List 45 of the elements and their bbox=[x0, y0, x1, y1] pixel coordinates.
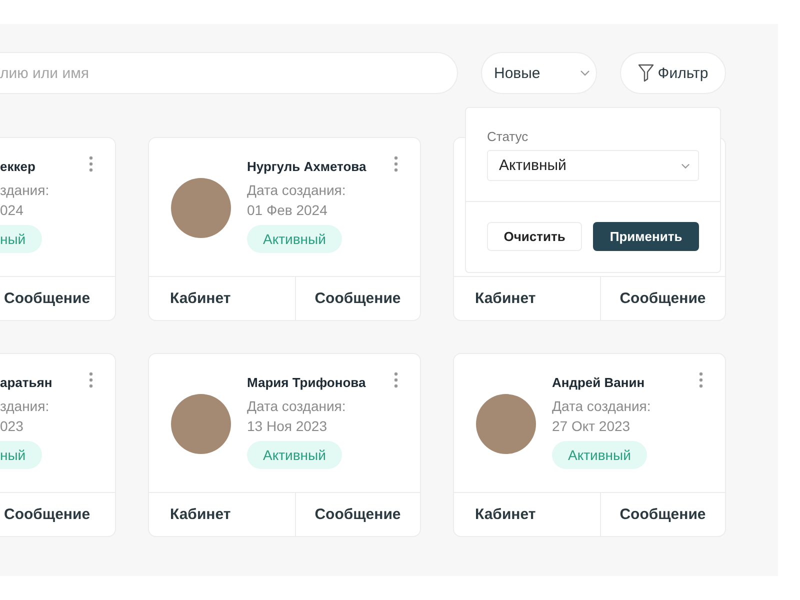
user-name: еккер bbox=[0, 158, 36, 176]
status-label: Статус bbox=[487, 129, 530, 144]
more-icon[interactable] bbox=[394, 372, 398, 388]
status-select[interactable]: Активный bbox=[487, 150, 699, 181]
more-icon[interactable] bbox=[699, 372, 703, 388]
more-icon[interactable] bbox=[394, 156, 398, 172]
creation-date: 13 Ноя 2023 bbox=[247, 417, 327, 436]
status-badge: ный bbox=[0, 441, 42, 469]
card-action-button[interactable]: Сообщение bbox=[0, 493, 115, 536]
user-name: Мария Трифонова bbox=[247, 374, 366, 392]
filter-icon bbox=[638, 64, 654, 82]
card-action-button[interactable]: Кабинет bbox=[454, 493, 600, 536]
more-icon[interactable] bbox=[89, 372, 93, 388]
card-action-button[interactable]: Сообщение bbox=[600, 277, 725, 320]
date-label: здания: bbox=[0, 181, 50, 200]
filter-button[interactable]: Фильтр bbox=[620, 52, 726, 94]
date-label: Дата создания: bbox=[247, 181, 346, 200]
user-name: Нургуль Ахметова bbox=[247, 158, 366, 176]
date-label: Дата создания: bbox=[247, 397, 346, 416]
status-badge: ный bbox=[0, 225, 42, 253]
user-name: аратьян bbox=[0, 374, 52, 392]
creation-date: 27 Окт 2023 bbox=[552, 417, 630, 436]
date-label: Дата создания: bbox=[552, 397, 651, 416]
more-icon[interactable] bbox=[89, 156, 93, 172]
card-action-button[interactable]: Кабинет bbox=[149, 277, 294, 320]
card-action-button[interactable]: Сообщение bbox=[0, 277, 115, 320]
date-label: здания: bbox=[0, 397, 50, 416]
creation-date: 024 bbox=[0, 201, 24, 220]
card-action-button[interactable]: Сообщение bbox=[600, 493, 725, 536]
creation-date: 01 Фев 2024 bbox=[247, 201, 328, 220]
card-action-button[interactable]: Сообщение bbox=[294, 493, 420, 536]
status-badge: Активный bbox=[247, 441, 342, 469]
apply-button[interactable]: Применить bbox=[593, 222, 699, 251]
status-badge: Активный bbox=[247, 225, 342, 253]
card-action-button[interactable]: Кабинет bbox=[454, 277, 600, 320]
card-action-button[interactable]: Сообщение bbox=[294, 277, 420, 320]
sort-select[interactable]: Новые bbox=[481, 52, 597, 94]
status-badge: Активный bbox=[552, 441, 647, 469]
card-action-button[interactable]: Кабинет bbox=[149, 493, 294, 536]
user-name: Андрей Ванин bbox=[552, 374, 645, 392]
clear-button[interactable]: Очистить bbox=[487, 222, 582, 251]
chevron-down-icon bbox=[681, 162, 690, 168]
chevron-down-icon bbox=[580, 70, 590, 76]
search-field[interactable]: лию или имя bbox=[0, 52, 458, 94]
creation-date: 023 bbox=[0, 417, 24, 436]
